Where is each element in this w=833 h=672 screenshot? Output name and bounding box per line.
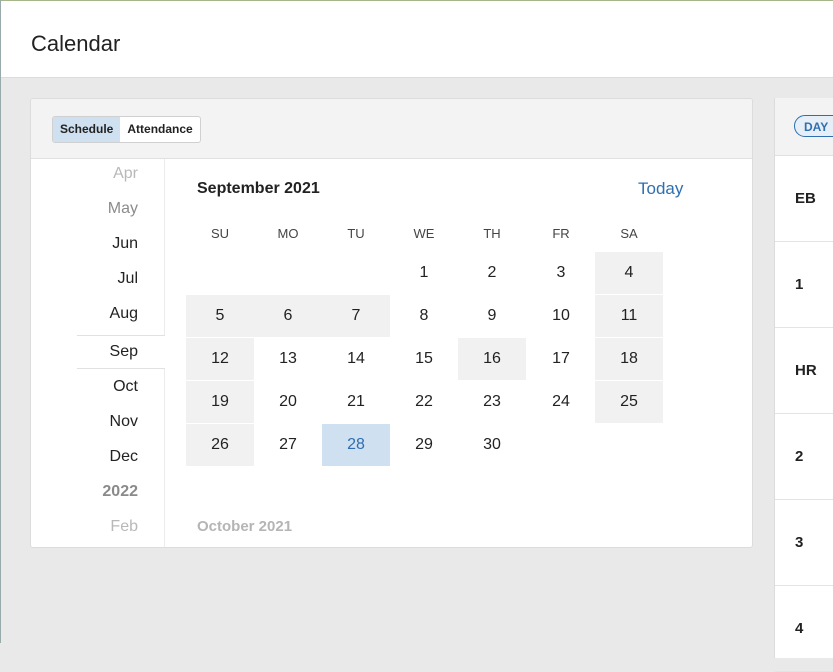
calendar-day-selected[interactable]: 28 bbox=[322, 424, 390, 466]
attendance-toggle-button[interactable]: Attendance bbox=[120, 117, 199, 142]
calendar-day[interactable]: 10 bbox=[527, 295, 595, 337]
period-row[interactable]: 3 bbox=[775, 500, 833, 586]
weekday-header: SU bbox=[210, 226, 230, 241]
calendar-day[interactable]: 24 bbox=[527, 381, 595, 423]
month-item-current[interactable]: Sep bbox=[77, 335, 165, 369]
calendar-day[interactable]: 1 bbox=[390, 252, 458, 294]
calendar-day[interactable]: 13 bbox=[254, 338, 322, 380]
calendar-day[interactable]: 26 bbox=[186, 424, 254, 466]
calendar-month-title: September 2021 bbox=[197, 180, 320, 197]
calendar-day[interactable]: 11 bbox=[595, 295, 663, 337]
calendar-day[interactable]: 21 bbox=[322, 381, 390, 423]
period-label: 1 bbox=[795, 276, 804, 293]
calendar-day[interactable]: 15 bbox=[390, 338, 458, 380]
period-row[interactable]: EB bbox=[775, 156, 833, 242]
calendar-day[interactable]: 18 bbox=[595, 338, 663, 380]
calendar-day[interactable]: 20 bbox=[254, 381, 322, 423]
calendar-day[interactable]: 22 bbox=[390, 381, 458, 423]
period-row[interactable]: 1 bbox=[775, 242, 833, 328]
calendar-day[interactable]: 3 bbox=[527, 252, 595, 294]
calendar-day[interactable]: 7 bbox=[322, 295, 390, 337]
period-row[interactable]: 4 bbox=[775, 586, 833, 672]
next-month-title: October 2021 bbox=[197, 518, 293, 535]
period-label: HR bbox=[795, 362, 817, 379]
month-list: Apr May Jun Jul Aug Sep Oct Nov Dec 2022… bbox=[31, 159, 165, 547]
period-label: 4 bbox=[795, 620, 804, 637]
year-label: 2022 bbox=[102, 483, 138, 500]
today-button[interactable]: Today bbox=[638, 179, 683, 199]
period-label: 3 bbox=[795, 534, 804, 551]
calendar-day[interactable]: 14 bbox=[322, 338, 390, 380]
schedule-panel-header: DAY bbox=[775, 98, 833, 156]
month-item[interactable]: Apr bbox=[77, 156, 165, 191]
weekday-header: TU bbox=[347, 226, 365, 241]
period-label: 2 bbox=[795, 448, 804, 465]
page-title: Calendar bbox=[31, 31, 121, 56]
calendar-day[interactable]: 16 bbox=[458, 338, 526, 380]
calendar-day[interactable]: 2 bbox=[458, 252, 526, 294]
calendar-day[interactable]: 8 bbox=[390, 295, 458, 337]
calendar-day[interactable]: 17 bbox=[527, 338, 595, 380]
calendar-day[interactable]: 30 bbox=[458, 424, 526, 466]
calendar-card-header: Schedule Attendance bbox=[31, 99, 752, 159]
day-view-button[interactable]: DAY bbox=[794, 115, 833, 137]
month-item[interactable]: Nov bbox=[77, 404, 165, 439]
weekday-header: TH bbox=[483, 226, 501, 241]
schedule-panel: DAY EB 1 HR 2 3 4 bbox=[774, 98, 833, 672]
window-left-border bbox=[0, 0, 1, 643]
weekday-header: MO bbox=[277, 226, 299, 241]
calendar-day[interactable]: 19 bbox=[186, 381, 254, 423]
view-toggle: Schedule Attendance bbox=[52, 116, 201, 143]
calendar-day[interactable]: 4 bbox=[595, 252, 663, 294]
period-row[interactable]: 2 bbox=[775, 414, 833, 500]
period-row[interactable]: HR bbox=[775, 328, 833, 414]
calendar-day[interactable]: 25 bbox=[595, 381, 663, 423]
weekday-header: WE bbox=[413, 226, 435, 241]
calendar-day[interactable]: 6 bbox=[254, 295, 322, 337]
weekday-header: SA bbox=[620, 226, 638, 241]
schedule-toggle-button[interactable]: Schedule bbox=[53, 117, 121, 142]
calendar-day[interactable]: 9 bbox=[458, 295, 526, 337]
month-item[interactable]: Oct bbox=[77, 369, 165, 404]
month-item[interactable]: Dec bbox=[77, 439, 165, 474]
month-item[interactable]: Jun bbox=[77, 226, 165, 261]
calendar-day[interactable]: 5 bbox=[186, 295, 254, 337]
calendar-card: Schedule Attendance Apr May Jun Jul Aug … bbox=[30, 98, 753, 548]
period-label: EB bbox=[795, 190, 816, 207]
calendar-day[interactable]: 12 bbox=[186, 338, 254, 380]
weekday-header: FR bbox=[552, 226, 570, 241]
page-header: Calendar bbox=[1, 1, 833, 78]
calendar-day[interactable]: 29 bbox=[390, 424, 458, 466]
month-item[interactable]: Feb bbox=[77, 509, 165, 544]
month-item[interactable]: Jul bbox=[77, 261, 165, 296]
calendar-day[interactable]: 27 bbox=[254, 424, 322, 466]
calendar-day[interactable]: 23 bbox=[458, 381, 526, 423]
month-item[interactable]: Aug bbox=[77, 296, 165, 331]
month-item[interactable]: May bbox=[77, 191, 165, 226]
